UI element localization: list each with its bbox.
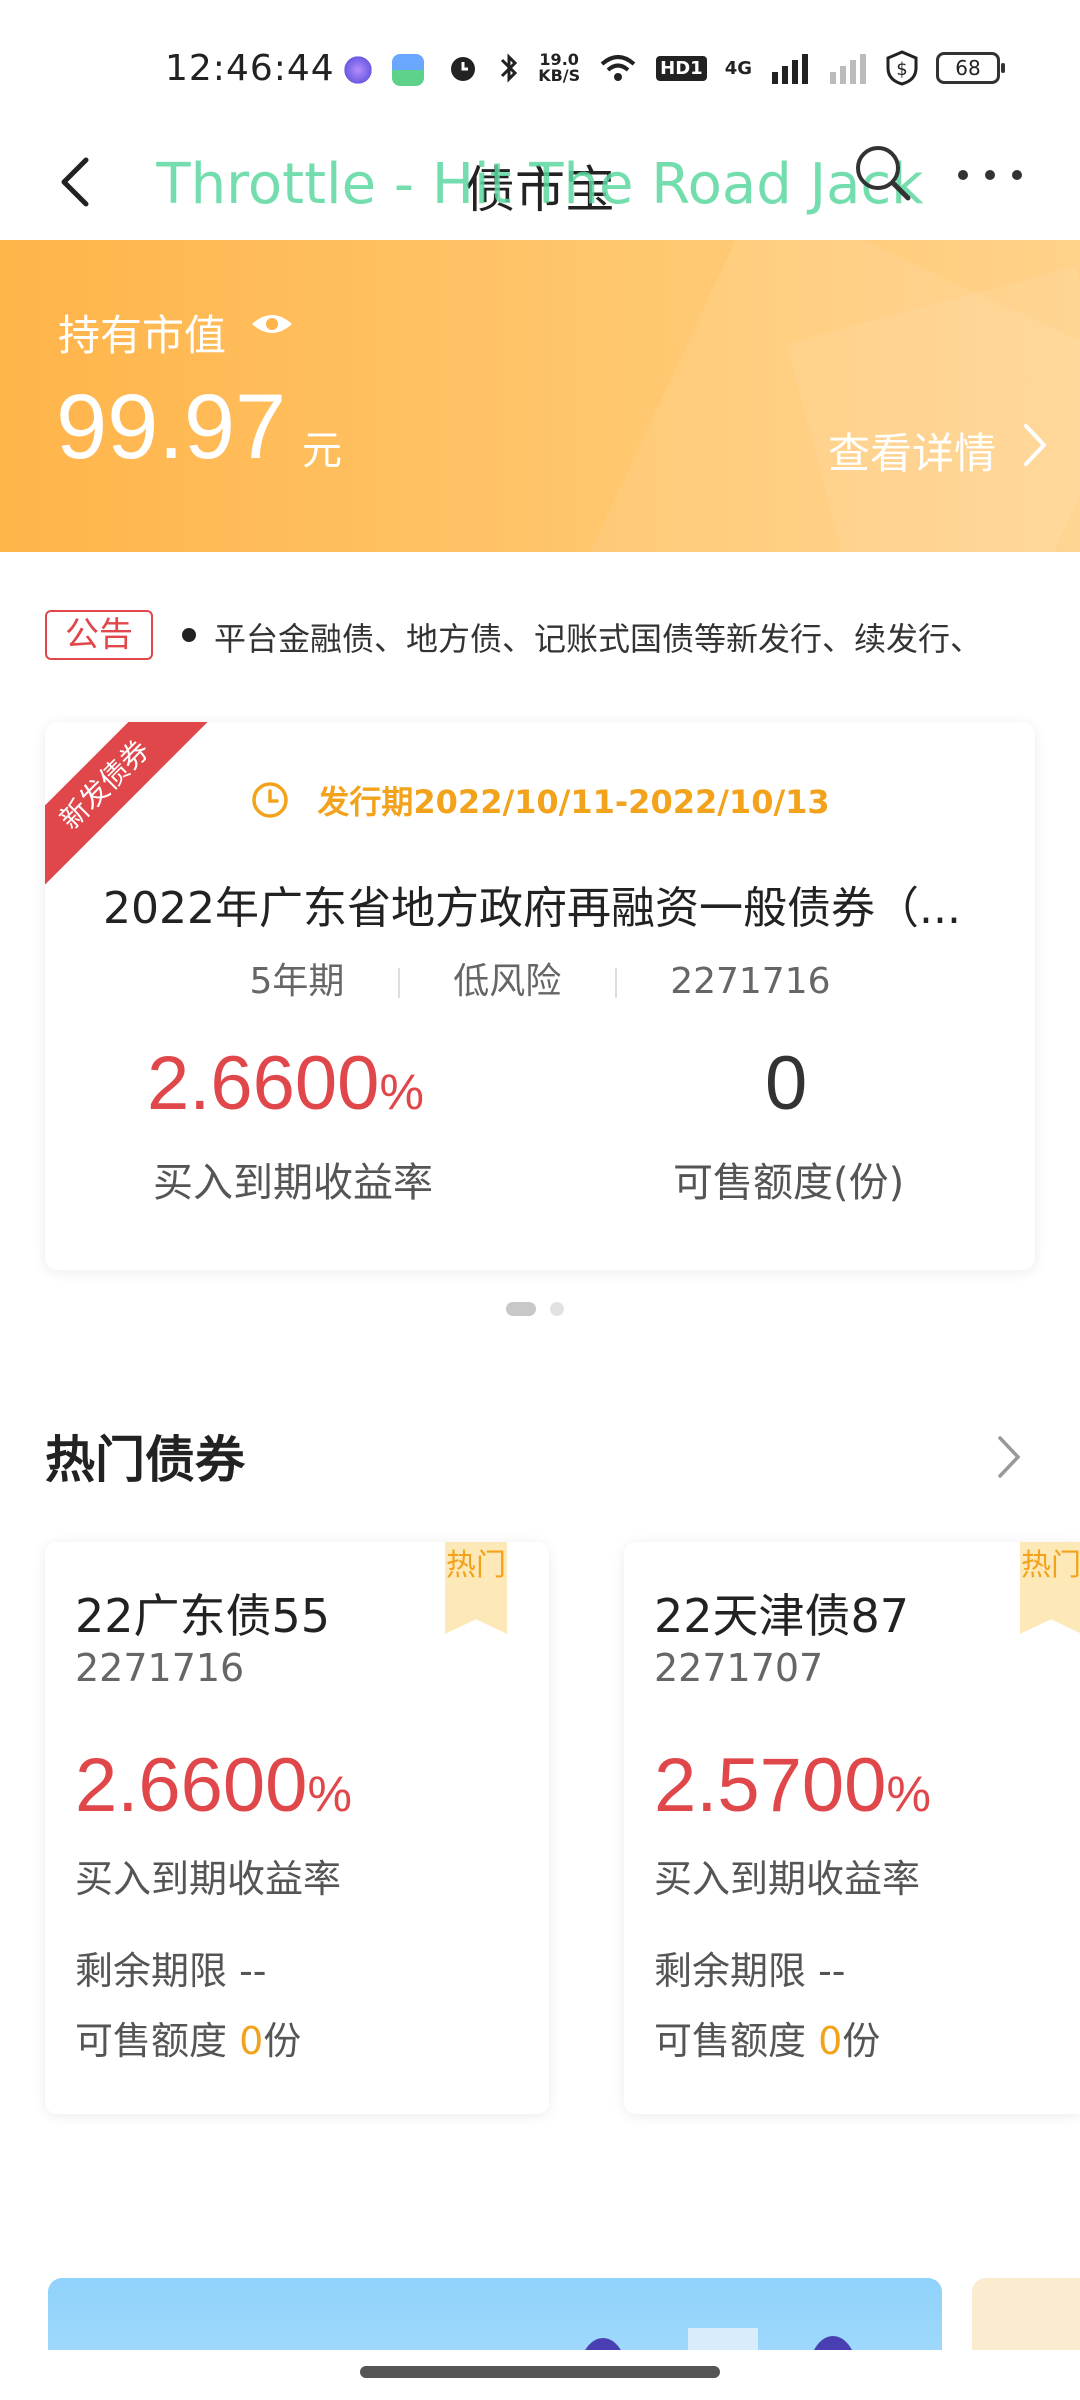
status-time: 12:46:44 <box>165 48 335 89</box>
status-icons: 19.0 KB/S HD1 4G $ 68 <box>446 50 1005 86</box>
hot-bond-rate: 2.6600% <box>75 1743 352 1828</box>
hot-bond-quota: 可售额度 0份 <box>75 2019 302 2063</box>
home-indicator[interactable] <box>360 2366 720 2378</box>
bluetooth-icon <box>501 53 518 83</box>
hot-bond-term: 剩余期限 -- <box>654 1949 846 1993</box>
divider <box>397 968 400 998</box>
more-icon[interactable] <box>955 160 1025 190</box>
pager-dot <box>550 1302 564 1316</box>
hot-bond-term: 剩余期限 -- <box>75 1949 267 1993</box>
bond-risk: 低风险 <box>453 961 562 1002</box>
notice-tag: 公告 <box>45 610 153 660</box>
nav-bar: 债市宝 Throttle - Hit The Road Jack <box>0 130 1080 240</box>
yield-rate: 2.6600% <box>147 1041 424 1126</box>
wifi-icon <box>600 55 636 81</box>
issue-period: 发行期2022/10/11-2022/10/13 <box>317 783 830 821</box>
shield-dollar-icon: $ <box>886 50 918 86</box>
notification-app-icon <box>342 54 374 86</box>
clock-icon <box>252 782 289 818</box>
new-bond-card[interactable]: 新发债券 发行期2022/10/11-2022/10/13 2022年广东省地方… <box>45 722 1035 1270</box>
alarm-icon <box>451 57 476 81</box>
song-overlay-text: Throttle - Hit The Road Jack <box>156 152 924 217</box>
chevron-right-icon[interactable] <box>994 1432 1024 1482</box>
hot-bond-card[interactable]: 热门 22广东债55 2271716 2.6600% 买入到期收益率 剩余期限 … <box>45 1542 549 2114</box>
status-bar: 12:46:44 19.0 KB/S HD1 4G $ 68 <box>0 0 1080 130</box>
hot-bond-quota: 可售额度 0份 <box>654 2019 881 2063</box>
signal-icon <box>772 54 808 84</box>
hot-bond-card[interactable]: 热门 22天津债87 2271707 2.5700% 买入到期收益率 剩余期限 … <box>624 1542 1080 2114</box>
yield-rate-label: 买入到期收益率 <box>153 1160 433 1206</box>
bond-code: 2271716 <box>670 961 831 1002</box>
chevron-right-icon[interactable] <box>1020 422 1050 468</box>
hd-icon: HD1 <box>656 55 707 81</box>
notice-text[interactable]: 平台金融债、地方债、记账式国债等新发行、续发行、 <box>214 614 1034 660</box>
bullet-dot <box>182 628 196 642</box>
bond-term: 5年期 <box>249 961 345 1002</box>
notification-app-icon <box>392 54 424 86</box>
pager-dot-active <box>506 1302 536 1316</box>
holdings-banner: 持有市值 99.97 元 查看详情 <box>0 240 1080 552</box>
search-icon[interactable] <box>850 140 914 204</box>
hot-bond-code: 2271716 <box>75 1646 245 1690</box>
available-quota-label: 可售额度(份) <box>673 1160 905 1206</box>
carousel-pager <box>506 1302 564 1316</box>
svg-text:$: $ <box>896 59 907 80</box>
view-details-link[interactable]: 查看详情 <box>828 420 996 481</box>
bond-meta: 5年期 低风险 2271716 <box>45 952 1035 1004</box>
battery-icon: 68 <box>936 52 1005 84</box>
hot-badge: 热门 <box>1020 1542 1080 1634</box>
hot-bond-code: 2271707 <box>654 1646 824 1690</box>
notice-bar[interactable]: 公告 平台金融债、地方债、记账式国债等新发行、续发行、 <box>0 552 1080 722</box>
eye-icon[interactable] <box>250 310 294 338</box>
signal-weak-icon <box>830 54 866 84</box>
holdings-unit: 元 <box>302 428 342 474</box>
holdings-label: 持有市值 <box>58 311 227 360</box>
net-speed: 19.0 KB/S <box>538 50 581 85</box>
hot-bonds-title: 热门债券 <box>45 1431 245 1489</box>
holdings-value: 99.97 <box>56 376 287 478</box>
hot-bond-rate-label: 买入到期收益率 <box>654 1857 921 1901</box>
bond-title: 2022年广东省地方政府再融资一般债券（... <box>103 883 961 934</box>
issue-period-row: 发行期2022/10/11-2022/10/13 <box>45 777 1035 823</box>
hot-bond-rate: 2.5700% <box>654 1743 931 1828</box>
network-type: 4G <box>724 57 752 79</box>
hot-bond-rate-label: 买入到期收益率 <box>75 1857 342 1901</box>
hot-bond-name: 22广东债55 <box>75 1589 331 1643</box>
hot-badge: 热门 <box>445 1542 507 1634</box>
available-quota: 0 <box>765 1041 808 1126</box>
hot-bond-name: 22天津债87 <box>654 1589 910 1643</box>
divider <box>614 968 617 998</box>
